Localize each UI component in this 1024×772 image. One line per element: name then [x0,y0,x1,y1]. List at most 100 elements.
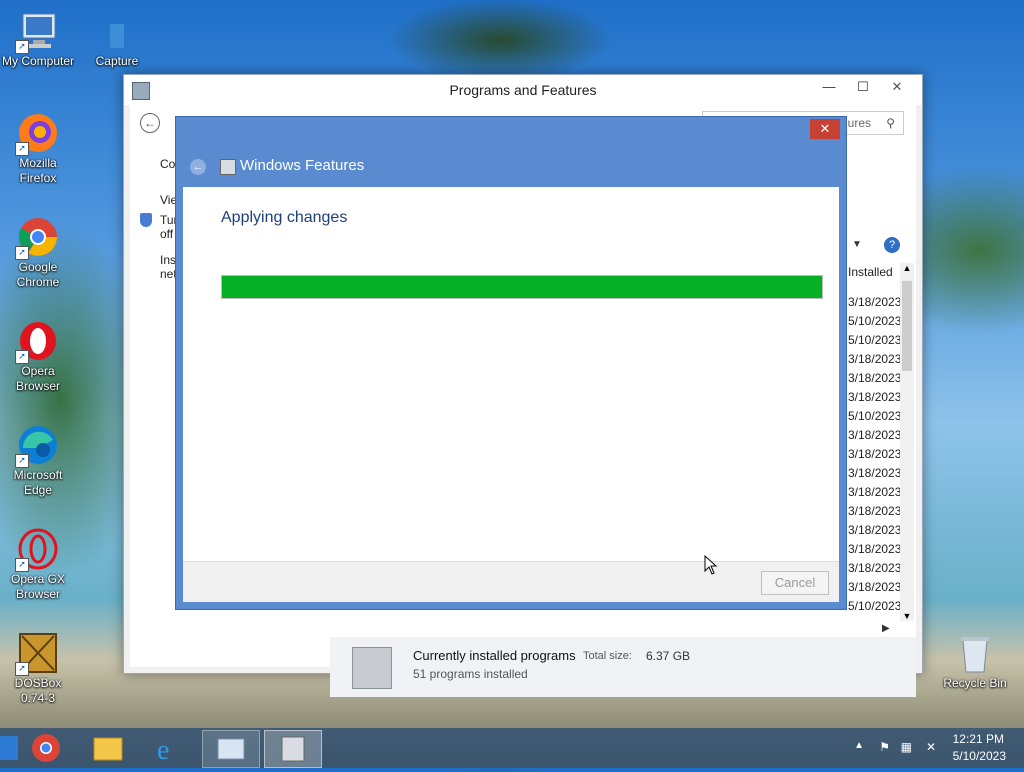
desktop-icon-label: My Computer [1,54,75,68]
opera-gx-icon: ➚ [15,528,59,572]
maximize-button[interactable]: ☐ [846,75,880,99]
mouse-cursor-icon [704,555,718,575]
internet-explorer-icon: e [157,735,169,766]
status-title: Currently installed programs [413,648,576,663]
desktop-icon-edge[interactable]: ➚ Microsoft Edge [0,424,76,498]
progress-bar [221,275,823,299]
action-center-icon[interactable]: ⚑ [879,740,890,754]
desktop-icon-chrome[interactable]: ➚ Google Chrome [0,216,76,290]
installed-date-cell: 3/18/2023 [848,371,902,385]
taskbar: e ▲ ⚑ ▦ ✕ 12:21 PM 5/10/2023 [0,728,1024,768]
desktop-icon-label: Recycle Bin [943,676,1007,690]
installed-date-cell: 3/18/2023 [848,561,902,575]
search-text: ures [847,116,871,130]
windows-features-dialog: ✕ ← Windows Features Applying changes Ca… [175,116,847,610]
close-button[interactable]: ✕ [880,75,914,99]
minimize-button[interactable]: — [812,75,846,99]
taskbar-chrome[interactable] [18,730,74,766]
column-header-installed[interactable]: Installed [848,265,893,279]
vertical-scrollbar[interactable]: ▲ ▼ [900,263,914,621]
status-count: 51 programs installed [413,667,528,681]
chrome-icon [32,734,60,762]
installed-date-cell: 3/18/2023 [848,485,902,499]
folder-icon [93,737,123,761]
installed-date-cell: 3/18/2023 [848,542,902,556]
installed-date-cell: 3/18/2023 [848,390,902,404]
recycle-bin-icon [954,632,996,674]
taskbar-file-explorer[interactable] [80,730,136,766]
installed-date-cell: 3/18/2023 [848,504,902,518]
window-title: Programs and Features [449,82,597,98]
desktop-icon-label: Mozilla Firefox [19,156,57,185]
desktop-icon-label: DOSBox 0.74-3 [14,676,62,705]
desktop-icon-firefox[interactable]: ➚ Mozilla Firefox [0,112,76,186]
search-icon: ⚲ [886,116,895,130]
status-size-value: 6.37 GB [646,649,691,663]
view-dropdown-icon[interactable]: ▼ [852,239,862,250]
control-panel-icon [217,738,245,760]
scroll-down-arrow[interactable]: ▼ [900,611,914,621]
chrome-icon: ➚ [15,216,59,260]
installed-date-cell: 5/10/2023 [848,314,902,328]
installed-date-cell: 3/18/2023 [848,466,902,480]
firefox-icon: ➚ [15,112,59,156]
clock-date[interactable]: 5/10/2023 [953,749,1006,763]
installed-date-cell: 5/10/2023 [848,409,902,423]
sidebar-link[interactable]: off [160,227,173,241]
control-panel-icon [132,82,150,100]
start-button[interactable] [0,736,18,760]
cancel-button[interactable]: Cancel [761,571,829,595]
status-bar: Currently installed programs Total size:… [330,637,916,697]
desktop-icon-recycle-bin[interactable]: Recycle Bin [937,632,1013,691]
installed-date-cell: 5/10/2023 [848,599,902,613]
taskbar-control-panel[interactable] [202,730,260,768]
desktop-icon-my-computer[interactable]: ➚ My Computer [0,10,76,69]
windows-features-icon [281,736,305,762]
dialog-header: ← Windows Features [176,147,846,187]
dialog-title: Windows Features [240,157,365,174]
back-arrow-icon[interactable]: ← [190,159,206,175]
help-icon[interactable]: ? [884,237,900,253]
desktop-icon-label: Opera GX Browser [10,572,66,601]
installed-date-cell: 3/18/2023 [848,295,902,309]
scroll-right-arrow[interactable]: ▶ [882,623,890,634]
desktop-icon-opera[interactable]: ➚ Opera Browser [0,320,76,394]
dialog-content: Applying changes [183,187,839,561]
network-icon[interactable]: ▦ [901,740,912,754]
desktop-icon-label: Opera Browser [15,364,60,393]
show-hidden-icons-button[interactable]: ▲ [854,740,864,751]
taskbar-internet-explorer[interactable]: e [140,730,196,766]
scroll-up-arrow[interactable]: ▲ [900,263,914,273]
installed-date-cell: 3/18/2023 [848,352,902,366]
installed-date-cell: 3/18/2023 [848,523,902,537]
window-titlebar: Programs and Features — ☐ ✕ [124,75,922,105]
sidebar-link[interactable]: Co [160,157,175,171]
dosbox-icon: ➚ [15,632,59,676]
dialog-footer: Cancel [183,561,839,602]
desktop-icon-dosbox[interactable]: ➚ DOSBox 0.74-3 [0,632,76,706]
programs-cd-icon [352,647,392,689]
capture-icon [96,10,138,52]
desktop-icon-label: Capture [95,54,139,68]
installed-date-cell: 3/18/2023 [848,447,902,461]
applying-changes-heading: Applying changes [221,209,348,226]
windows-features-icon [220,159,236,175]
installed-date-cell: 3/18/2023 [848,580,902,594]
taskbar-windows-features[interactable] [264,730,322,768]
opera-icon: ➚ [15,320,59,364]
installed-date-cell: 5/10/2023 [848,333,902,347]
edge-icon: ➚ [15,424,59,468]
computer-icon: ➚ [15,10,59,54]
installed-dates-column: 3/18/2023 5/10/2023 5/10/2023 3/18/2023 3/18… [848,293,908,616]
back-icon[interactable]: ← [140,113,160,133]
clock-time[interactable]: 12:21 PM [953,732,1004,746]
status-size-label: Total size: [583,650,632,662]
shield-icon [140,213,152,227]
desktop-icon-opera-gx[interactable]: ➚ Opera GX Browser [0,528,76,602]
desktop-icon-capture[interactable]: Capture [79,10,155,69]
scroll-thumb[interactable] [902,281,912,371]
installed-date-cell: 3/18/2023 [848,428,902,442]
dialog-close-button[interactable]: ✕ [810,119,840,139]
volume-icon[interactable]: ✕ [926,740,936,754]
svg-text:e: e [157,735,169,766]
